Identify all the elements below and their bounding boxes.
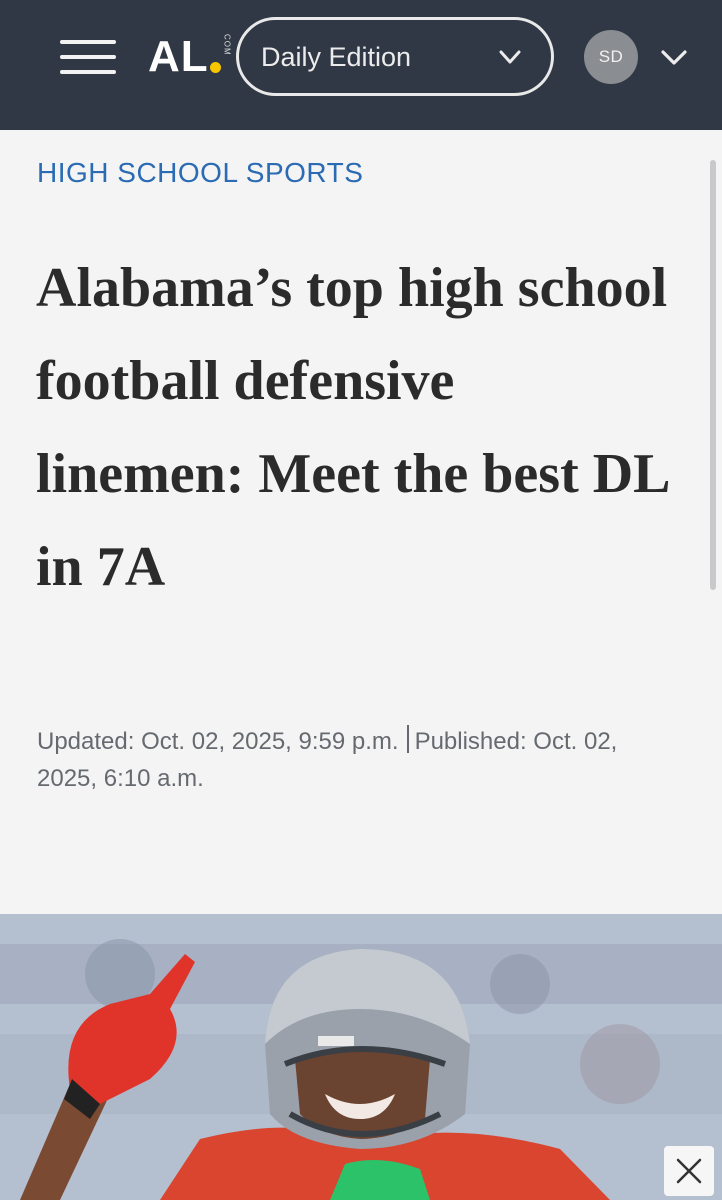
hero-image bbox=[0, 914, 722, 1200]
logo-suffix: COM bbox=[222, 34, 232, 56]
football-player-photo-icon bbox=[0, 914, 722, 1200]
timestamp-divider bbox=[406, 725, 409, 753]
chevron-down-icon bbox=[499, 50, 521, 64]
edition-label: Daily Edition bbox=[261, 42, 412, 72]
site-logo[interactable]: AL COM bbox=[148, 32, 232, 82]
hamburger-menu-icon[interactable] bbox=[60, 40, 116, 76]
top-navigation-bar: AL COM Daily Edition SD bbox=[0, 0, 722, 130]
edition-selector[interactable]: Daily Edition bbox=[236, 17, 554, 96]
article-headline: Alabama’s top high school football defen… bbox=[36, 257, 668, 598]
logo-dot-icon bbox=[209, 62, 221, 73]
logo-text: AL bbox=[148, 32, 209, 81]
close-icon bbox=[676, 1158, 702, 1184]
article-timestamps: Updated: Oct. 02, 2025, 9:59 p.m. Publish… bbox=[37, 723, 677, 797]
user-avatar[interactable]: SD bbox=[584, 30, 638, 84]
close-ad-button[interactable] bbox=[664, 1146, 714, 1196]
updated-timestamp: Updated: Oct. 02, 2025, 9:59 p.m. bbox=[37, 728, 399, 755]
account-chevron-down-icon[interactable] bbox=[659, 46, 689, 70]
scrollbar[interactable] bbox=[710, 160, 716, 590]
section-link[interactable]: HIGH SCHOOL SPORTS bbox=[37, 157, 363, 189]
